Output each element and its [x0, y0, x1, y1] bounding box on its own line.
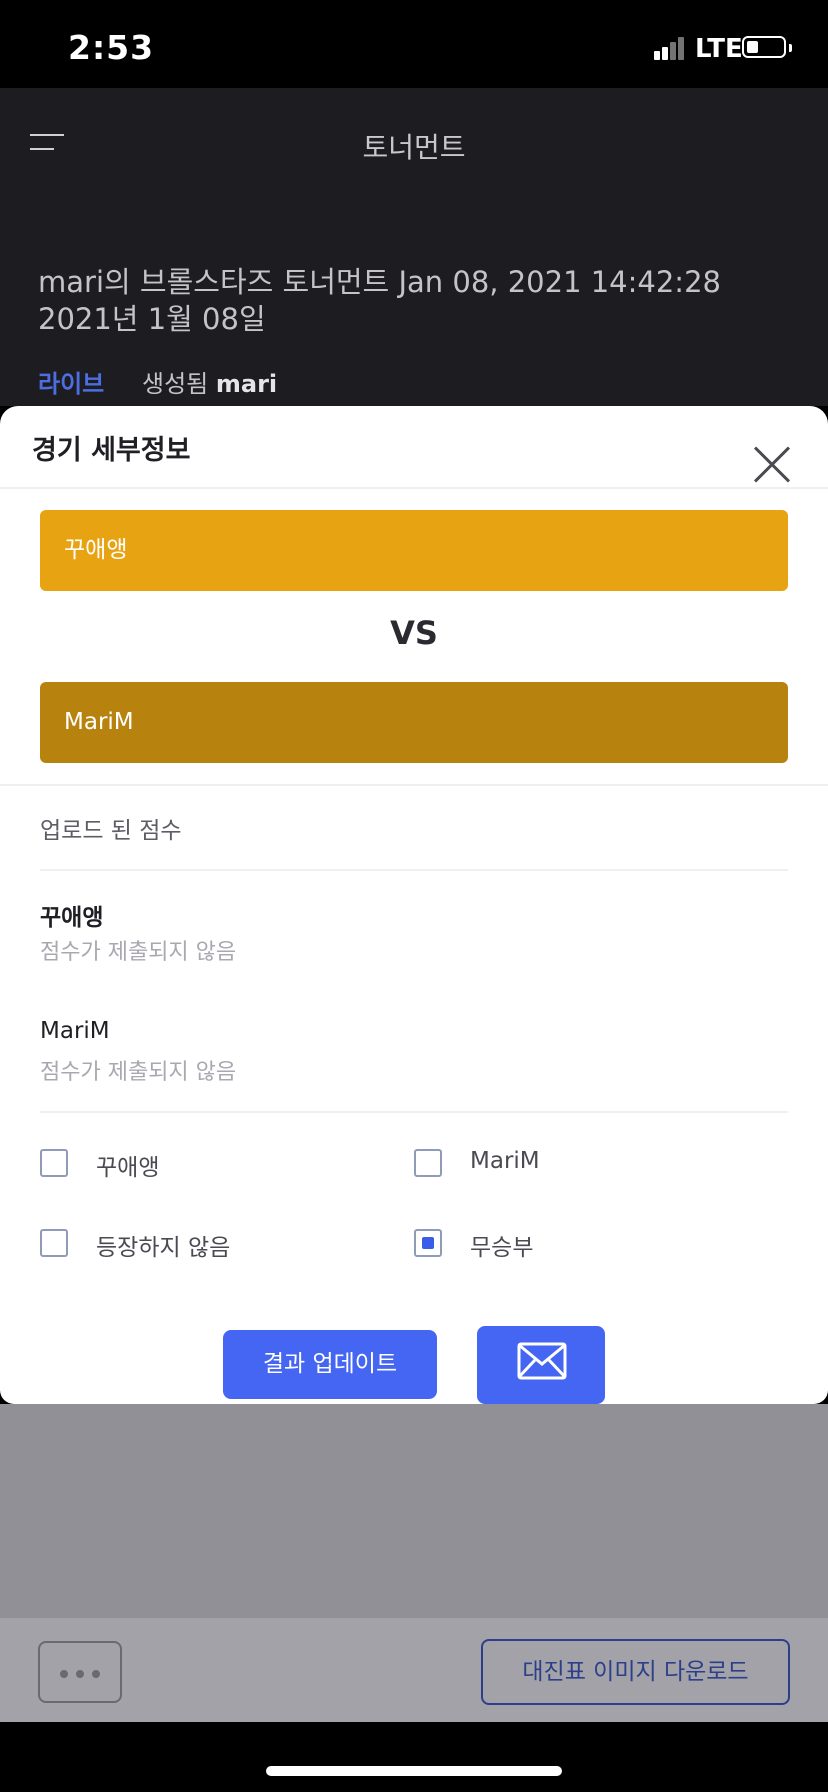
update-result-button[interactable]: 결과 업데이트: [223, 1330, 437, 1399]
score-team1-status: 점수가 제출되지 않음: [40, 940, 237, 965]
status-time: 2:53: [68, 28, 155, 67]
uploaded-scores-label: 업로드 된 점수: [40, 818, 182, 844]
status-bar: 2:53 LTE: [0, 0, 828, 88]
match-details-modal: 경기 세부정보 꾸애앵 VS MariM 업로드 된 점수 꾸애앵 점수가 제출…: [0, 406, 828, 1404]
live-status-badge: 라이브: [38, 370, 105, 398]
download-bracket-image-button[interactable]: 대진표 이미지 다운로드: [481, 1639, 790, 1705]
home-indicator-area: [0, 1722, 828, 1792]
tournament-title: mari의 브롤스타즈 토너먼트 Jan 08, 2021 14:42:28 2…: [38, 264, 798, 338]
battery-icon: [742, 36, 786, 58]
modal-title: 경기 세부정보: [32, 435, 191, 466]
battery-tip: [789, 44, 792, 52]
divider: [0, 487, 828, 489]
page-title: 토너먼트: [362, 131, 466, 164]
divider: [40, 1111, 788, 1113]
signal-icon: [654, 36, 692, 60]
option-no-show-label[interactable]: 등장하지 않음: [96, 1228, 230, 1262]
send-mail-button[interactable]: [477, 1326, 605, 1404]
checkbox-no-show[interactable]: [40, 1229, 68, 1257]
option-team2-label[interactable]: MariM: [470, 1148, 540, 1174]
created-label: 생성됨: [142, 370, 209, 398]
score-team2-name: MariM: [40, 1018, 110, 1044]
score-team1-name: 꾸애앵: [40, 905, 104, 931]
score-team2-status: 점수가 제출되지 않음: [40, 1060, 237, 1085]
checkbox-draw[interactable]: [414, 1229, 442, 1257]
home-indicator[interactable]: [266, 1766, 562, 1776]
tournament-title-line2: 2021년 1월 08일: [38, 302, 266, 336]
divider: [40, 869, 788, 871]
option-team1-label[interactable]: 꾸애앵: [96, 1148, 159, 1182]
team1-bar: 꾸애앵: [40, 510, 788, 591]
team2-bar: MariM: [40, 682, 788, 763]
divider: [0, 784, 828, 786]
close-icon[interactable]: [752, 444, 792, 484]
dim-overlay[interactable]: [0, 1404, 828, 1618]
more-options-button[interactable]: [38, 1641, 122, 1703]
option-draw-label[interactable]: 무승부: [470, 1228, 533, 1262]
envelope-icon: [517, 1342, 567, 1380]
created-by: 생성됨 mari: [142, 364, 277, 399]
creator-name: mari: [215, 370, 278, 398]
checkbox-team1-win[interactable]: [40, 1149, 68, 1177]
tournament-title-line1: mari의 브롤스타즈 토너먼트 Jan 08, 2021 14:42:28: [38, 265, 721, 299]
network-label: LTE: [695, 34, 743, 64]
vs-label: VS: [390, 614, 438, 652]
checkbox-team2-win[interactable]: [414, 1149, 442, 1177]
